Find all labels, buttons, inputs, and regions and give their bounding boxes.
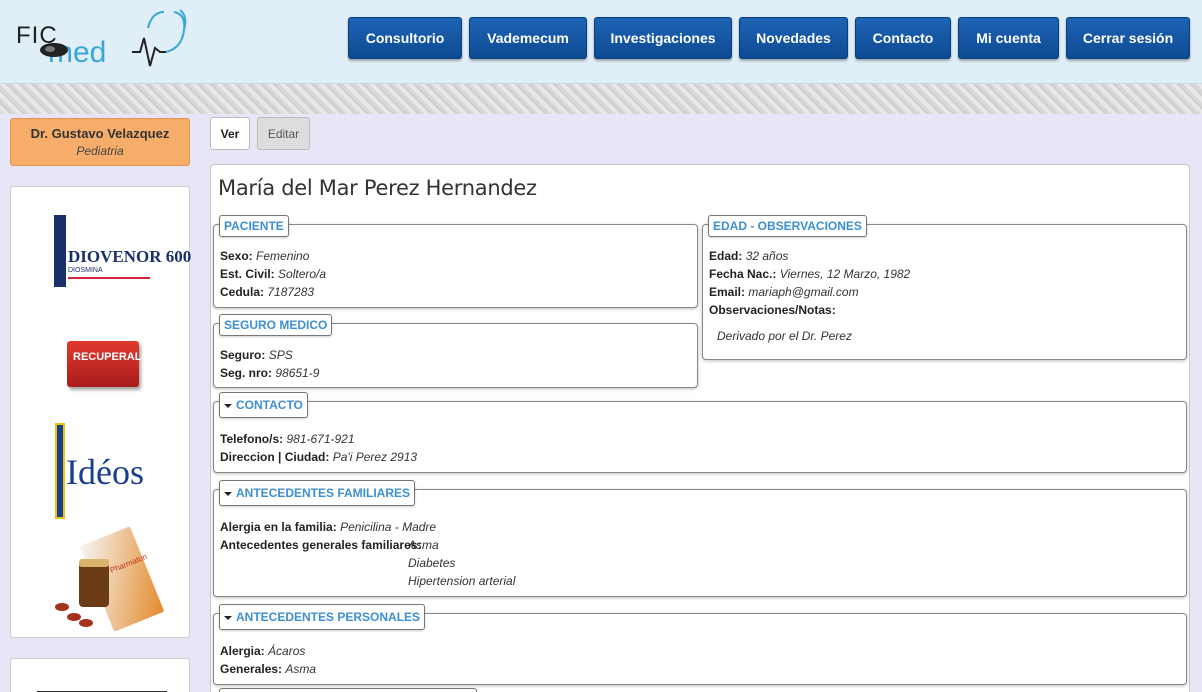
legend-edad: EDAD - OBSERVACIONES (708, 215, 867, 237)
caret-down-icon (224, 491, 232, 496)
legend-contacto-toggle[interactable]: CONTACTO (219, 392, 308, 418)
ad-recuperal[interactable]: RECUPERAL (67, 341, 142, 387)
field-direccion: Direccion | Ciudad: Pa'i Perez 2913 (220, 450, 418, 464)
field-generales-familiares-label: Antecedentes generales familiares: (220, 538, 422, 552)
doctor-name: Dr. Gustavo Velazquez (30, 126, 170, 141)
field-alergia: Alergia: Ácaros (220, 644, 306, 658)
field-edad: Edad: 32 años (709, 249, 789, 263)
capsule-icon (55, 603, 69, 611)
caret-down-icon (224, 403, 232, 408)
field-alergia-familia: Alergia en la familia: Penicilina - Madr… (220, 520, 437, 534)
field-fecha-nac: Fecha Nac.: Viernes, 12 Marzo, 1982 (709, 267, 911, 281)
familiar-item: Diabetes (408, 556, 456, 570)
field-observaciones: Derivado por el Dr. Perez (717, 329, 852, 343)
stethoscope-icon (40, 9, 187, 67)
diovenor-bar (54, 215, 66, 287)
field-generales: Generales: Asma (220, 662, 317, 676)
nav-consultorio-button[interactable]: Consultorio (348, 17, 462, 59)
ad-diovenor[interactable]: DIOVENOR 600 DIOSMINA (54, 213, 191, 289)
legend-seguro: SEGURO MEDICO (219, 314, 333, 336)
capsule-icon (67, 613, 81, 621)
diovenor-line (68, 277, 150, 279)
nav-mi-cuenta-button[interactable]: Mi cuenta (958, 17, 1059, 59)
nav-cerrar-sesion-button[interactable]: Cerrar sesión (1066, 17, 1190, 59)
nav-vademecum-button[interactable]: Vademecum (469, 17, 587, 59)
doctor-card: Dr. Gustavo Velazquez Pediatria (10, 118, 190, 166)
pattern-strip (0, 84, 1202, 114)
field-telefono: Telefono/s: 981-671-921 (220, 432, 355, 446)
pharmaton-bottle (79, 563, 109, 607)
ideos-bar-inner (57, 425, 63, 517)
header: FIC med Consultorio Vademecum Investigac… (0, 0, 1202, 84)
diovenor-sub: DIOSMINA (68, 267, 103, 274)
field-est-civil: Est. Civil: Soltero/a (220, 267, 327, 281)
tab-ver[interactable]: Ver (210, 117, 250, 150)
field-seg-nro: Seg. nro: 98651-9 (220, 366, 320, 380)
field-seguro: Seguro: SPS (220, 348, 293, 362)
recuperal-text: RECUPERAL (73, 351, 142, 363)
field-sexo: Sexo: Femenino (220, 249, 310, 263)
nav-contacto-button[interactable]: Contacto (855, 17, 951, 59)
patient-name: María del Mar Perez Hernandez (218, 176, 537, 200)
doctor-specialty: Pediatria (76, 144, 124, 158)
pharmaton-cap (79, 559, 109, 567)
nav-investigaciones-button[interactable]: Investigaciones (594, 17, 732, 59)
legend-next-section[interactable] (219, 688, 477, 692)
diovenor-text: DIOVENOR 600 (68, 247, 192, 266)
nav-novedades-button[interactable]: Novedades (739, 17, 848, 59)
field-cedula: Cedula: 7187283 (220, 285, 315, 299)
tab-editar[interactable]: Editar (257, 117, 310, 150)
ad-ideos[interactable]: Idéos (55, 423, 144, 519)
ads-panel: DIOVENOR 600 DIOSMINA RECUPERAL Idéos Ph… (10, 186, 191, 638)
legend-familiares-toggle[interactable]: ANTECEDENTES FAMILIARES (219, 480, 416, 506)
field-observaciones-label: Observaciones/Notas: (709, 303, 836, 317)
familiar-item: Asma (408, 538, 439, 552)
caret-down-icon (224, 615, 232, 620)
ad-pharmaton[interactable]: Pharmaton (51, 526, 165, 632)
legend-paciente: PACIENTE (219, 215, 289, 237)
ads-panel-2 (10, 658, 190, 692)
legend-personales-toggle[interactable]: ANTECEDENTES PERSONALES (219, 604, 426, 630)
ideos-text: Idéos (66, 452, 144, 492)
capsule-icon (79, 619, 93, 627)
ficmed-logo[interactable]: FIC med (14, 8, 190, 74)
field-email: Email: mariaph@gmail.com (709, 285, 859, 299)
familiar-item: Hipertension arterial (408, 574, 516, 588)
